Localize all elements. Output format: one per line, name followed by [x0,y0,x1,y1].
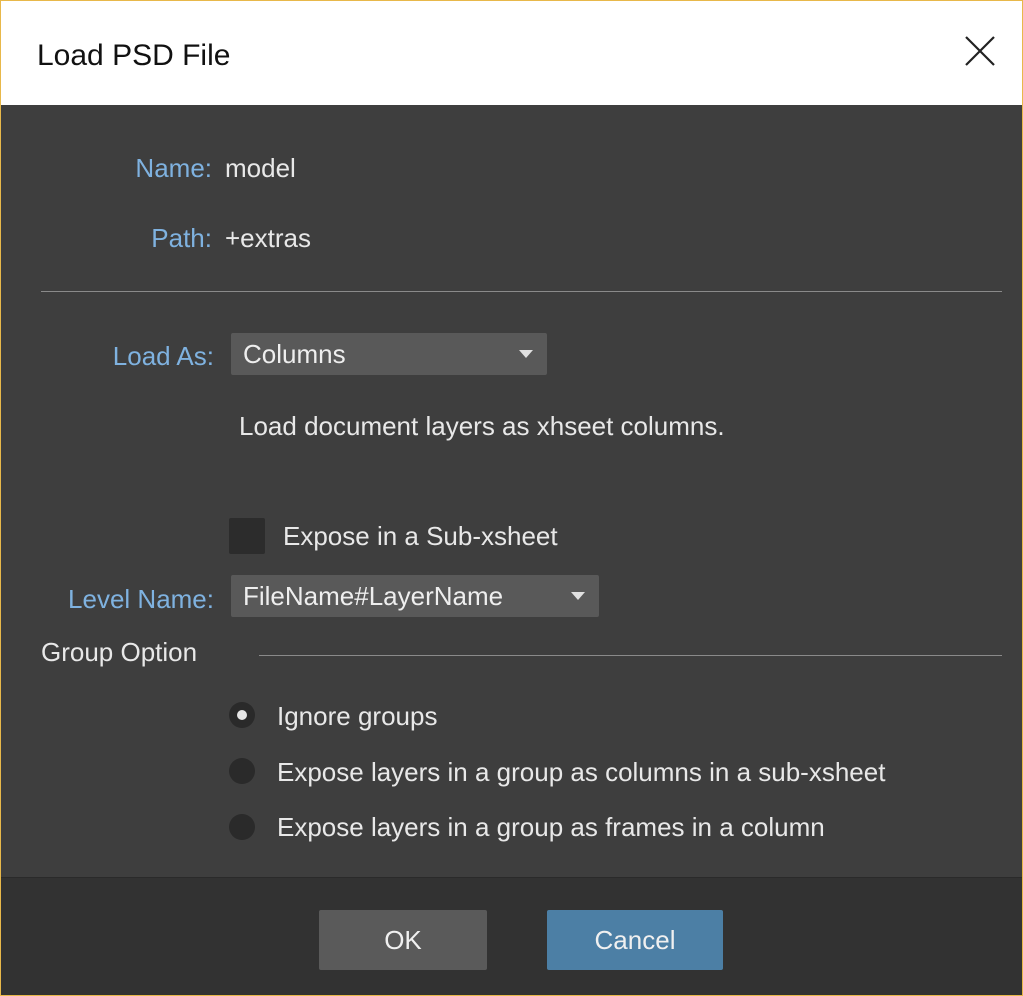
load-as-label: Load As: [112,341,214,371]
expose-subxsheet-label: Expose in a Sub-xsheet [283,521,558,551]
separator [41,291,1002,292]
path-value: +extras [225,223,311,253]
title-bar: Load PSD File [1,1,1022,105]
level-name-dropdown[interactable]: FileName#LayerName [231,575,599,617]
chevron-down-icon [571,592,585,600]
load-as-dropdown[interactable]: Columns [231,333,547,375]
level-name-label: Level Name: [68,584,214,614]
expose-subxsheet-checkbox[interactable] [229,518,265,554]
radio-columns-subxsheet[interactable] [229,758,255,784]
group-option-title: Group Option [41,637,198,667]
radio-ignore-groups[interactable] [229,702,255,728]
cancel-button[interactable]: Cancel [547,910,723,970]
name-label: Name: [135,153,212,183]
dialog-footer [1,877,1022,995]
radio-frames-column[interactable] [229,814,255,840]
dialog-title: Load PSD File [37,39,231,72]
name-value: model [225,153,296,183]
ok-button[interactable]: OK [319,910,487,970]
radio-label-columns-subxsheet: Expose layers in a group as columns in a… [277,757,886,787]
load-as-selected: Columns [243,339,346,369]
group-option-separator [259,655,1002,656]
radio-label-ignore-groups: Ignore groups [277,701,438,731]
path-label: Path: [151,223,212,253]
chevron-down-icon [519,350,533,358]
load-psd-dialog: Load PSD File Name: model Path: +extras … [0,0,1023,996]
radio-label-frames-column: Expose layers in a group as frames in a … [277,812,825,842]
level-name-selected: FileName#LayerName [243,581,504,611]
load-as-description: Load document layers as xhseet columns. [239,411,725,441]
close-icon[interactable] [960,31,1000,71]
